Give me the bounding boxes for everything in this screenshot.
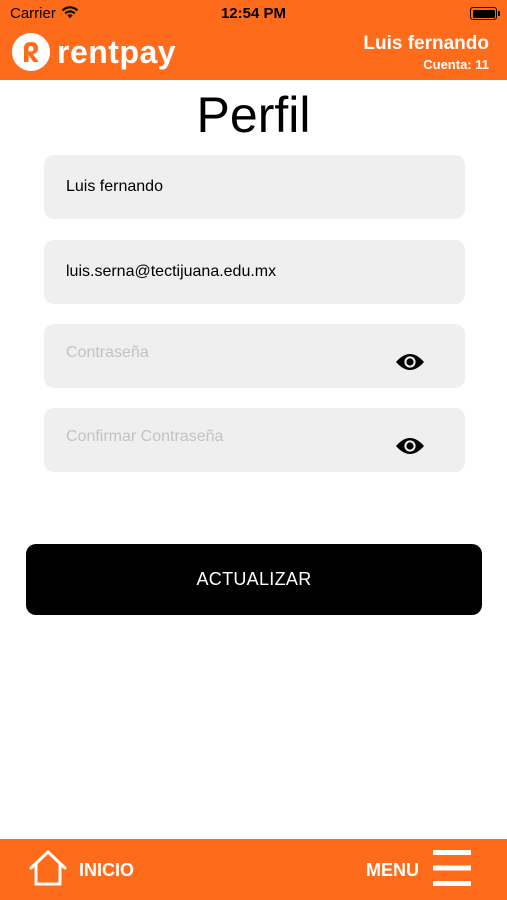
email-input[interactable] bbox=[44, 240, 465, 304]
home-icon bbox=[29, 849, 67, 892]
name-input[interactable] bbox=[44, 155, 465, 219]
nav-home-button[interactable]: INICIO bbox=[29, 850, 134, 890]
hamburger-menu-icon bbox=[433, 849, 471, 891]
rentpay-logo-icon bbox=[12, 33, 50, 71]
page-title: Perfil bbox=[196, 87, 311, 143]
user-info: Luis fernando Cuenta: 11 bbox=[363, 33, 489, 73]
battery-icon bbox=[470, 7, 500, 20]
password-field[interactable] bbox=[44, 324, 465, 388]
rentpay-logo: rentpay bbox=[12, 32, 176, 72]
bottom-nav: INICIO MENU bbox=[0, 839, 507, 900]
user-name: Luis fernando bbox=[363, 33, 489, 54]
nav-menu-button[interactable]: MENU bbox=[366, 849, 471, 891]
show-confirm-password-icon[interactable] bbox=[395, 436, 425, 456]
status-bar: Carrier 12:54 PM bbox=[0, 0, 507, 28]
confirm-password-field[interactable] bbox=[44, 408, 465, 472]
show-password-icon[interactable] bbox=[395, 352, 425, 372]
brand-name: rentpay bbox=[57, 34, 177, 70]
clock: 12:54 PM bbox=[220, 5, 287, 22]
name-field[interactable] bbox=[44, 155, 465, 219]
nav-menu-label: MENU bbox=[366, 859, 419, 880]
update-button[interactable]: ACTUALIZAR bbox=[26, 544, 482, 615]
account-number: Cuenta: 11 bbox=[423, 57, 489, 72]
nav-home-label: INICIO bbox=[79, 859, 135, 880]
email-field[interactable] bbox=[44, 240, 465, 304]
app-header: Carrier 12:54 PM rentpay Luis fernando C… bbox=[0, 0, 507, 80]
